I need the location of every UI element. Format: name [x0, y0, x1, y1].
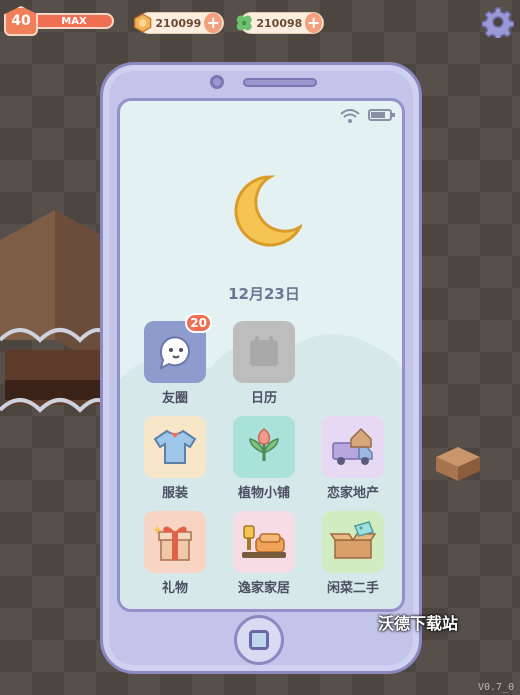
app-label: 恋家地产: [326, 486, 379, 501]
clover-icon: [236, 15, 252, 31]
app-clothes-tile: [144, 416, 206, 478]
app-label: 闲菜二手: [326, 581, 379, 596]
moving-truck-icon: [332, 427, 373, 465]
home-button-square: [249, 630, 269, 650]
calendar-icon: [250, 336, 278, 366]
ghost-chat-icon: [159, 336, 190, 370]
app-realestate-tile: [322, 416, 384, 478]
app-label: 友圈: [161, 391, 188, 406]
app-calendar[interactable]: 日历: [227, 321, 301, 406]
watermark: 沃德下载站: [378, 614, 459, 633]
level-badge[interactable]: 40: [4, 6, 38, 36]
app-label: 服装: [161, 486, 188, 501]
background-box: [436, 447, 480, 481]
app-plants-tile: [233, 416, 295, 478]
phone-screen: 12月23日 20 友圈 日历 服装 植物小铺 恋家地产 礼物 逸家家居 闲菜二…: [117, 98, 405, 612]
clover-counter: 210098 +: [236, 12, 324, 34]
app-calendar-tile: [233, 321, 295, 383]
add-clovers-button[interactable]: +: [305, 13, 322, 33]
plant-icon: [249, 428, 279, 461]
coin-counter: 210099 +: [134, 12, 224, 34]
app-plants[interactable]: 植物小铺: [227, 416, 301, 501]
app-gifts[interactable]: 礼物: [138, 511, 212, 596]
add-coins-button[interactable]: +: [204, 13, 222, 33]
app-secondhand-tile: [322, 511, 384, 573]
home-button[interactable]: [234, 615, 284, 665]
app-realestate[interactable]: 恋家地产: [316, 416, 390, 501]
app-secondhand[interactable]: 闲菜二手: [316, 511, 390, 596]
app-label: 日历: [250, 391, 277, 406]
coin-amount: 210099: [155, 16, 202, 30]
phone-camera: [210, 75, 224, 89]
app-label: 植物小铺: [237, 486, 290, 501]
settings-gear-icon[interactable]: [482, 6, 514, 38]
app-label: 逸家家居: [237, 581, 290, 596]
sofa-icon: [242, 525, 286, 558]
background-house: [0, 210, 110, 413]
box-icon: [329, 521, 377, 559]
shirt-icon: [153, 429, 197, 464]
app-friends[interactable]: 20 友圈: [138, 313, 212, 406]
xp-label: MAX: [61, 15, 87, 27]
version-label: V0.7_0: [478, 682, 515, 693]
moon-icon: [234, 175, 302, 247]
app-friends-tile: 20: [144, 313, 212, 383]
level-value: 40: [11, 13, 31, 29]
gift-icon: [153, 526, 192, 561]
xp-bar: MAX: [34, 13, 114, 29]
coin-icon: [134, 13, 152, 33]
phone-speaker: [243, 78, 317, 87]
phone-device: 12月23日 20 友圈 日历 服装 植物小铺 恋家地产 礼物 逸家家居 闲菜二…: [100, 62, 422, 674]
app-clothes[interactable]: 服装: [138, 416, 212, 501]
battery-icon: [368, 109, 395, 121]
clover-amount: 210098: [256, 16, 303, 30]
wifi-icon: [340, 109, 360, 123]
date-display: 12月23日: [228, 285, 300, 303]
app-label: 礼物: [161, 581, 188, 596]
battery-fill: [371, 112, 385, 118]
app-gifts-tile: [144, 511, 206, 573]
app-furniture-tile: [233, 511, 295, 573]
app-furniture[interactable]: 逸家家居: [227, 511, 301, 596]
notification-badge: 20: [185, 313, 212, 333]
